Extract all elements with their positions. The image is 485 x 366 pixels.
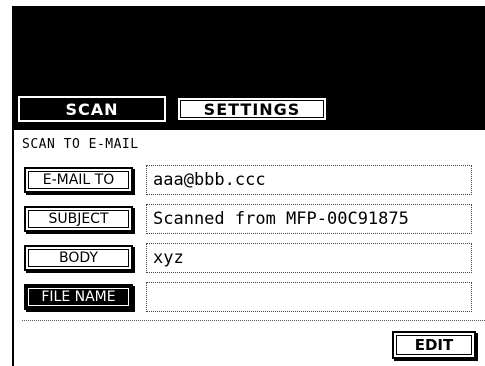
edit-button[interactable]: EDIT <box>392 331 476 359</box>
body-button[interactable]: BODY <box>24 245 133 271</box>
email-to-button[interactable]: E-MAIL TO <box>24 167 133 193</box>
file-name-button[interactable]: FILE NAME <box>24 284 133 310</box>
panel-left-border <box>12 130 14 366</box>
email-to-field[interactable]: aaa@bbb.ccc <box>146 165 472 195</box>
subject-button[interactable]: SUBJECT <box>24 206 133 232</box>
separator <box>22 320 485 321</box>
body-field[interactable]: xyz <box>146 243 472 273</box>
subject-field[interactable]: Scanned from MFP-00C91875 <box>146 204 472 234</box>
scan-screen: SCAN SETTINGS SCAN TO E-MAIL E-MAIL TO a… <box>0 0 485 366</box>
tab-divider <box>12 124 485 130</box>
tab-scan[interactable]: SCAN <box>17 95 167 123</box>
file-name-field[interactable] <box>146 282 472 312</box>
section-title: SCAN TO E-MAIL <box>22 137 139 152</box>
tab-settings[interactable]: SETTINGS <box>176 96 328 122</box>
